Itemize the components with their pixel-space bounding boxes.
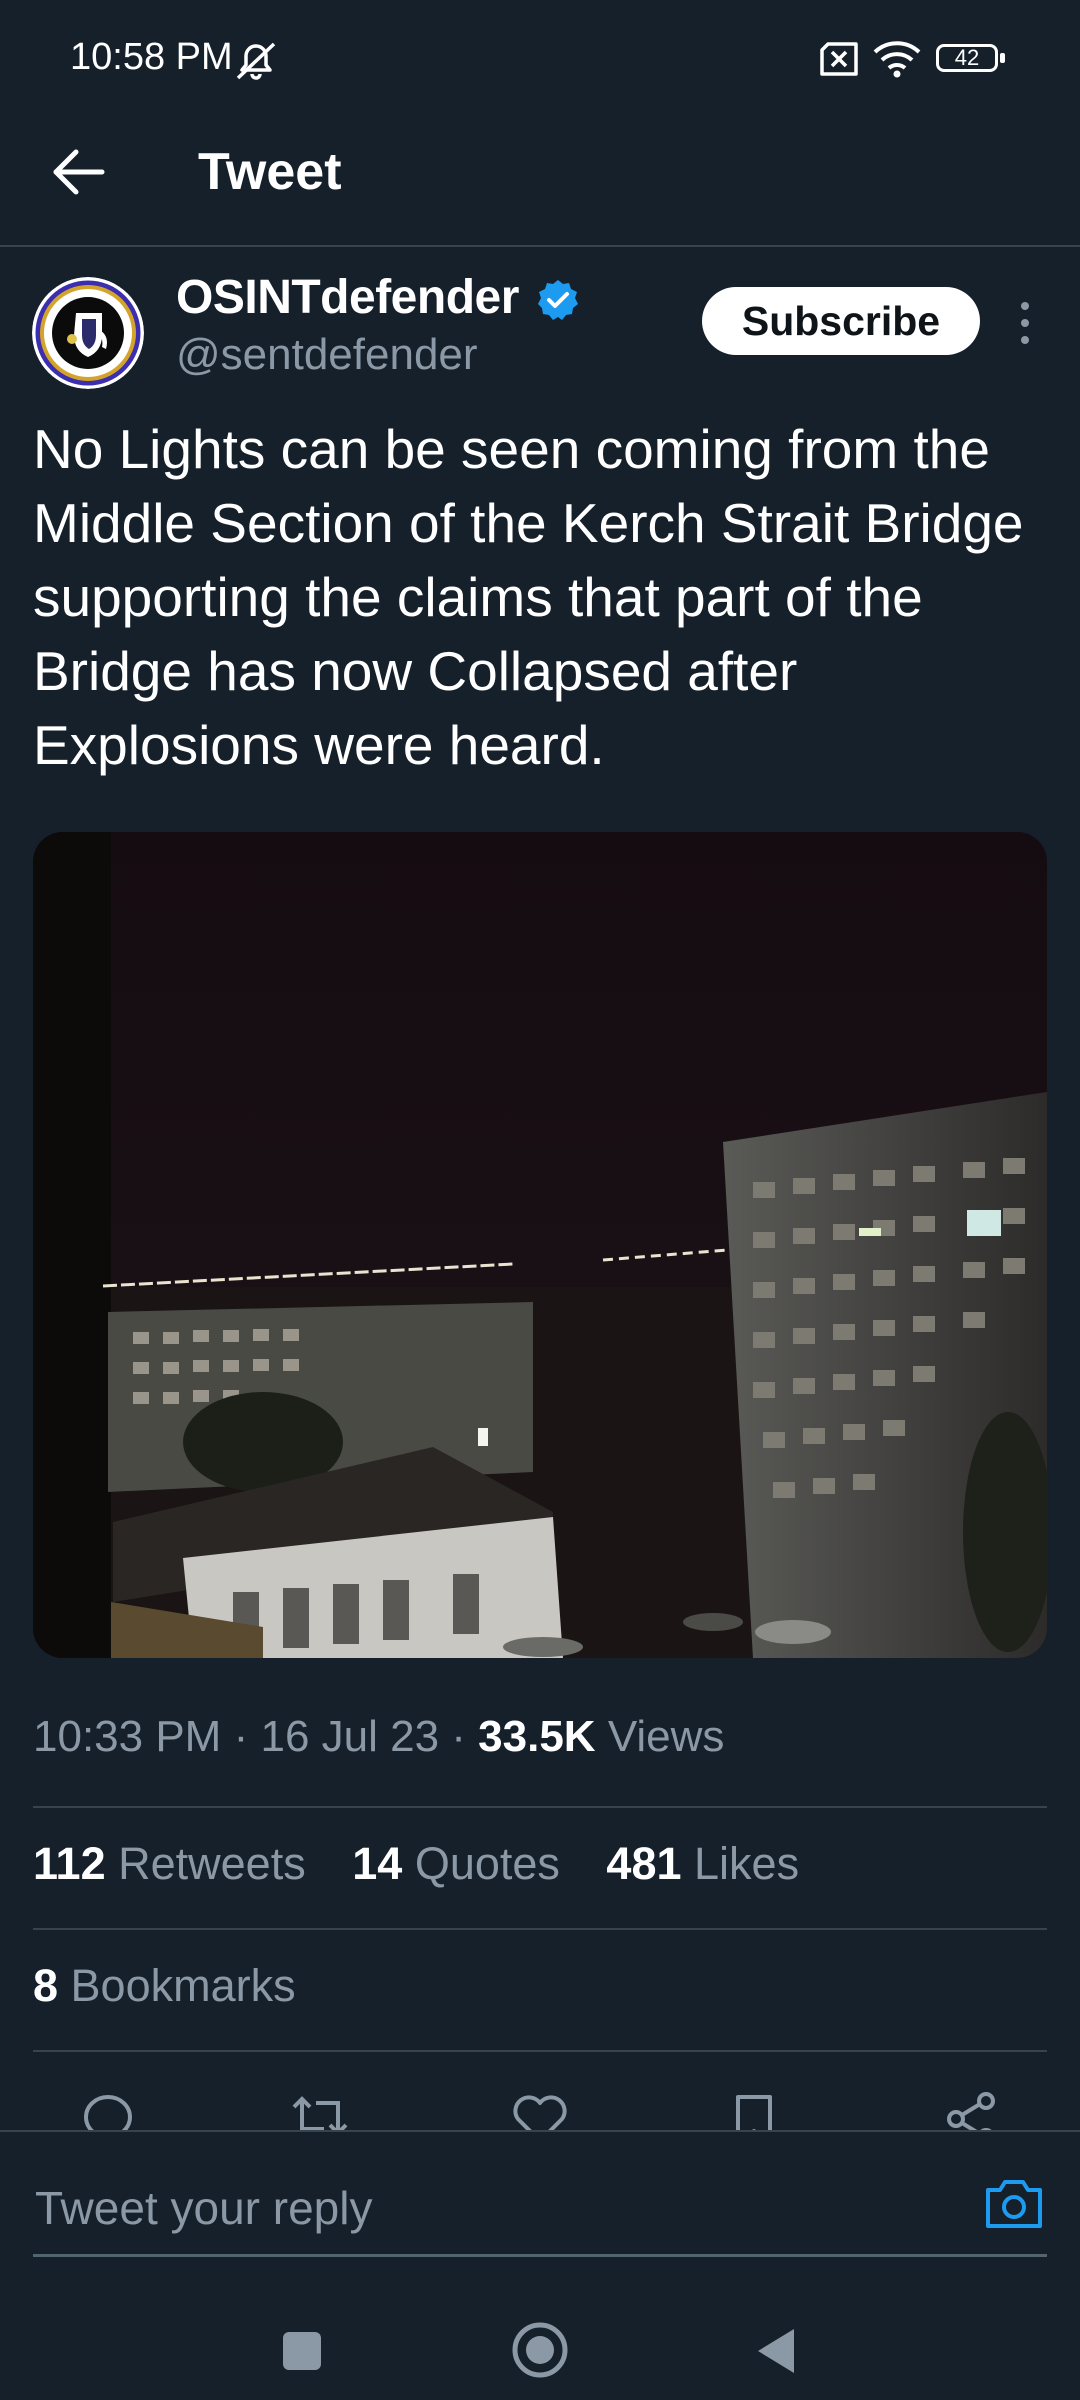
- avatar-emblem-image: [32, 277, 144, 389]
- battery-tip: [1000, 53, 1005, 63]
- views-count: 33.5K: [478, 1712, 596, 1761]
- likes-stat[interactable]: 481 Likes: [606, 1838, 799, 1889]
- battery-level: 42: [954, 45, 980, 70]
- tweet-meta: 10:33 PM · 16 Jul 23 · 33.5K Views: [33, 1712, 724, 1762]
- views-label: Views: [607, 1712, 725, 1761]
- separator: ·: [451, 1712, 466, 1761]
- status-bar: 10:58 PM 42: [0, 0, 1080, 120]
- header-bar: Tweet: [0, 120, 1080, 247]
- retweet-icon[interactable]: [290, 2089, 350, 2130]
- wifi-icon: [873, 41, 921, 78]
- quotes-label: Quotes: [414, 1838, 560, 1889]
- more-options-icon[interactable]: [1010, 298, 1040, 348]
- divider: [33, 2050, 1047, 2052]
- retweets-label: Retweets: [118, 1838, 306, 1889]
- quotes-count: 14: [352, 1838, 403, 1889]
- camera-icon[interactable]: [984, 2174, 1044, 2232]
- author-handle[interactable]: @sentdefender: [176, 330, 478, 380]
- tweet-media-image[interactable]: [33, 832, 1047, 1658]
- reply-underline: [33, 2254, 1047, 2257]
- verified-badge-icon: [538, 280, 578, 320]
- back-nav-button[interactable]: [754, 2326, 798, 2376]
- retweets-stat[interactable]: 112 Retweets: [33, 1838, 306, 1889]
- divider: [33, 1928, 1047, 1930]
- engagement-stats: 112 Retweets 14 Quotes 481 Likes: [33, 1838, 833, 1890]
- separator: ·: [233, 1712, 249, 1761]
- bookmarks-stat[interactable]: 8 Bookmarks: [33, 1960, 296, 2012]
- tweet-text: No Lights can be seen coming from the Mi…: [33, 418, 1024, 776]
- tweet-date: 16 Jul 23: [260, 1712, 440, 1761]
- back-button[interactable]: [46, 140, 110, 204]
- battery-icon: 42: [936, 44, 998, 72]
- bookmarks-label: Bookmarks: [70, 1960, 296, 2011]
- page-title: Tweet: [198, 143, 342, 201]
- bookmark-icon[interactable]: [724, 2089, 784, 2130]
- reply-icon[interactable]: [78, 2089, 138, 2130]
- status-time: 10:58 PM: [70, 36, 233, 78]
- share-icon[interactable]: [942, 2089, 1002, 2130]
- subscribe-button[interactable]: Subscribe: [702, 287, 980, 355]
- recent-apps-button[interactable]: [283, 2332, 321, 2370]
- tweet-time: 10:33 PM: [33, 1712, 222, 1761]
- like-icon[interactable]: [510, 2089, 570, 2130]
- reply-bar: [0, 2130, 1080, 2282]
- reply-input[interactable]: [33, 2172, 937, 2244]
- retweets-count: 112: [33, 1838, 106, 1889]
- system-nav-bar: [0, 2280, 1080, 2400]
- divider: [33, 1806, 1047, 1808]
- bookmarks-count: 8: [33, 1960, 59, 2011]
- night-bridge-photo: [33, 832, 1047, 1658]
- quotes-stat[interactable]: 14 Quotes: [352, 1838, 560, 1889]
- likes-label: Likes: [694, 1838, 800, 1889]
- tweet-actions: [0, 2085, 1080, 2130]
- avatar[interactable]: [32, 277, 144, 389]
- home-button[interactable]: [510, 2320, 570, 2380]
- no-sim-icon: [820, 42, 858, 76]
- likes-count: 481: [606, 1838, 682, 1889]
- mute-icon: [236, 42, 276, 80]
- author-name[interactable]: OSINTdefender: [176, 270, 519, 325]
